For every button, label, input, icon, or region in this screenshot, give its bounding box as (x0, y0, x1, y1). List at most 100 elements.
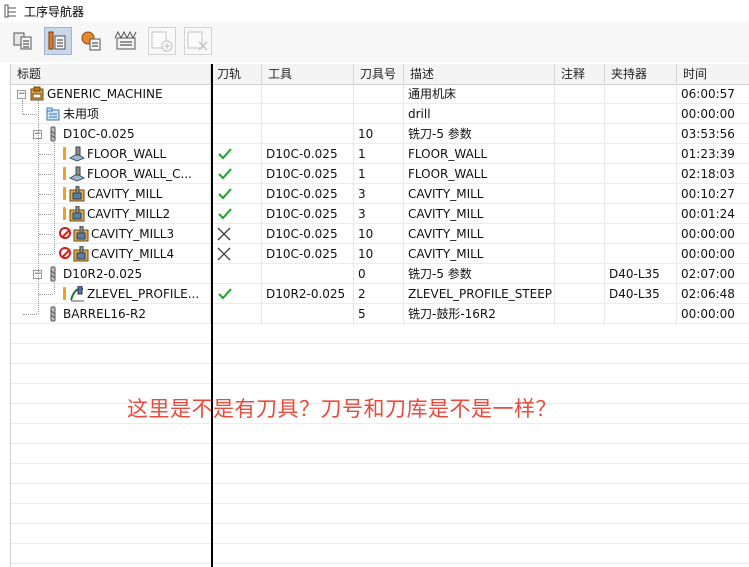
cell-name[interactable]: − D10C-0.025 (11, 124, 211, 144)
cell-comment (555, 224, 605, 244)
op-cavity-icon (73, 226, 89, 242)
cell-description: 铣刀-5 参数 (404, 264, 555, 284)
cell-name[interactable]: CAVITY_MILL2 (11, 204, 211, 224)
table-row[interactable]: − GENERIC_MACHINE 通用机床 06:00:57 (11, 84, 749, 104)
table-row[interactable]: FLOOR_WALL D10C-0.025 1 FLOOR_WALL 01:23:39 (11, 144, 749, 164)
tool-icon (50, 126, 56, 142)
geometry-view-icon (81, 31, 101, 51)
table-row[interactable]: 未用项 drill 00:00:00 (11, 104, 749, 124)
tree-line (54, 140, 55, 254)
delete-operation-button[interactable] (184, 27, 212, 55)
row-title: D10C-0.025 (63, 127, 135, 141)
column-header-time[interactable]: 时间 (677, 64, 749, 84)
cell-time: 00:00:00 (681, 247, 735, 261)
geometry-view-button[interactable] (78, 27, 106, 55)
no-toolpath-icon (59, 247, 71, 259)
table-row[interactable]: CAVITY_MILL3 D10C-0.025 10 CAVITY_MILL 00:00… (11, 224, 749, 244)
cell-toolpath (211, 164, 262, 184)
op-cavity-icon (69, 186, 85, 202)
column-header-name[interactable]: 标题 (11, 64, 211, 84)
cell-time: 02:06:48 (681, 287, 735, 301)
table-row[interactable]: BARREL16-R2 5 铣刀-鼓形-16R2 00:00:00 (11, 304, 749, 324)
table-row[interactable]: ZLEVEL_PROFILE... D10R2-0.025 2 ZLEVEL_PROF… (11, 284, 749, 304)
cell-name[interactable]: − GENERIC_MACHINE (11, 84, 211, 104)
cell-toolpath (211, 284, 262, 304)
cell-toolpath (211, 224, 262, 244)
check-icon (218, 148, 232, 160)
navigator-title-bar: 工序导航器 (0, 0, 749, 22)
tree-line (22, 100, 23, 114)
collapse-toggle[interactable]: − (17, 90, 26, 99)
empty-row (11, 424, 749, 444)
cell-name[interactable]: CAVITY_MILL4 (11, 244, 211, 264)
column-header-holder[interactable]: 夹持器 (605, 64, 677, 84)
cell-description: ZLEVEL_PROFILE_STEEP (404, 284, 555, 304)
cell-description: 铣刀-5 参数 (404, 124, 555, 144)
cell-description: CAVITY_MILL (404, 224, 555, 244)
cell-holder (605, 144, 677, 164)
row-title: CAVITY_MILL3 (91, 227, 175, 241)
cell-description: drill (404, 104, 555, 124)
tree-line (54, 280, 55, 294)
cell-toolpath (211, 264, 262, 284)
cell-time: 00:01:24 (681, 207, 735, 221)
machining-method-view-button[interactable] (112, 27, 140, 55)
cell-comment (555, 124, 605, 144)
cell-toolpath (211, 144, 262, 164)
cell-holder (605, 304, 677, 324)
cell-name[interactable]: FLOOR_WALL (11, 144, 211, 164)
cell-name[interactable]: BARREL16-R2 (11, 304, 211, 324)
tree-line (39, 154, 53, 155)
cell-time: 03:53:56 (681, 127, 735, 141)
cell-toolpath (211, 204, 262, 224)
empty-row (11, 344, 749, 364)
empty-row (11, 324, 749, 344)
column-header-description[interactable]: 描述 (404, 64, 555, 84)
cell-tool: D10R2-0.025 (262, 284, 354, 304)
operation-grid: 标题 刀轨 工具 刀具号 描述 注释 夹持器 时间 − GENERIC_MACHI… (10, 64, 749, 567)
cell-name[interactable]: 未用项 (11, 104, 211, 124)
cross-icon (217, 227, 231, 241)
column-header-comment[interactable]: 注释 (555, 64, 605, 84)
column-header-tool[interactable]: 工具 (262, 64, 354, 84)
cell-comment (555, 84, 605, 104)
tree-line (39, 214, 53, 215)
folder-icon (46, 107, 60, 121)
insert-operation-button[interactable] (148, 27, 176, 55)
op-cavity-icon (69, 206, 85, 222)
table-row[interactable]: CAVITY_MILL D10C-0.025 3 CAVITY_MILL 00:10:2… (11, 184, 749, 204)
machine-icon (30, 86, 44, 101)
table-row[interactable]: − D10C-0.025 10 铣刀-5 参数 03:53:56 (11, 124, 749, 144)
cell-holder (605, 204, 677, 224)
tree-line (39, 294, 53, 295)
cell-toolpath (211, 84, 262, 104)
cell-toolpath (211, 124, 262, 144)
cell-name[interactable]: ZLEVEL_PROFILE... (11, 284, 211, 304)
machine-tool-view-button[interactable] (44, 27, 72, 55)
row-title: FLOOR_WALL_C... (87, 167, 192, 181)
cell-comment (555, 304, 605, 324)
tree-line (39, 234, 53, 235)
column-header-tool-number[interactable]: 刀具号 (354, 64, 404, 84)
cell-time: 00:10:27 (681, 187, 735, 201)
cell-name[interactable]: − D10R2-0.025 (11, 264, 211, 284)
program-order-view-button[interactable] (10, 27, 38, 55)
cell-holder (605, 84, 677, 104)
table-row[interactable]: CAVITY_MILL4 D10C-0.025 10 CAVITY_MILL 00:00… (11, 244, 749, 264)
tree-line (39, 174, 53, 175)
cell-name[interactable]: FLOOR_WALL_C... (11, 164, 211, 184)
cell-tool: D10C-0.025 (262, 224, 354, 244)
cell-comment (555, 264, 605, 284)
cell-time: 00:00:00 (681, 227, 735, 241)
row-title: CAVITY_MILL (87, 187, 163, 201)
empty-row (11, 524, 749, 544)
table-row[interactable]: CAVITY_MILL2 D10C-0.025 3 CAVITY_MILL 00:01:… (11, 204, 749, 224)
cell-name[interactable]: CAVITY_MILL (11, 184, 211, 204)
table-row[interactable]: − D10R2-0.025 0 铣刀-5 参数 D40-L35 02:07:00 (11, 264, 749, 284)
table-row[interactable]: FLOOR_WALL_C... D10C-0.025 1 FLOOR_WALL 02:1… (11, 164, 749, 184)
warning-icon (63, 187, 66, 200)
column-header-toolpath[interactable]: 刀轨 (211, 64, 262, 84)
cell-name[interactable]: CAVITY_MILL3 (11, 224, 211, 244)
row-title: 未用项 (63, 107, 100, 121)
warning-icon (63, 287, 66, 300)
